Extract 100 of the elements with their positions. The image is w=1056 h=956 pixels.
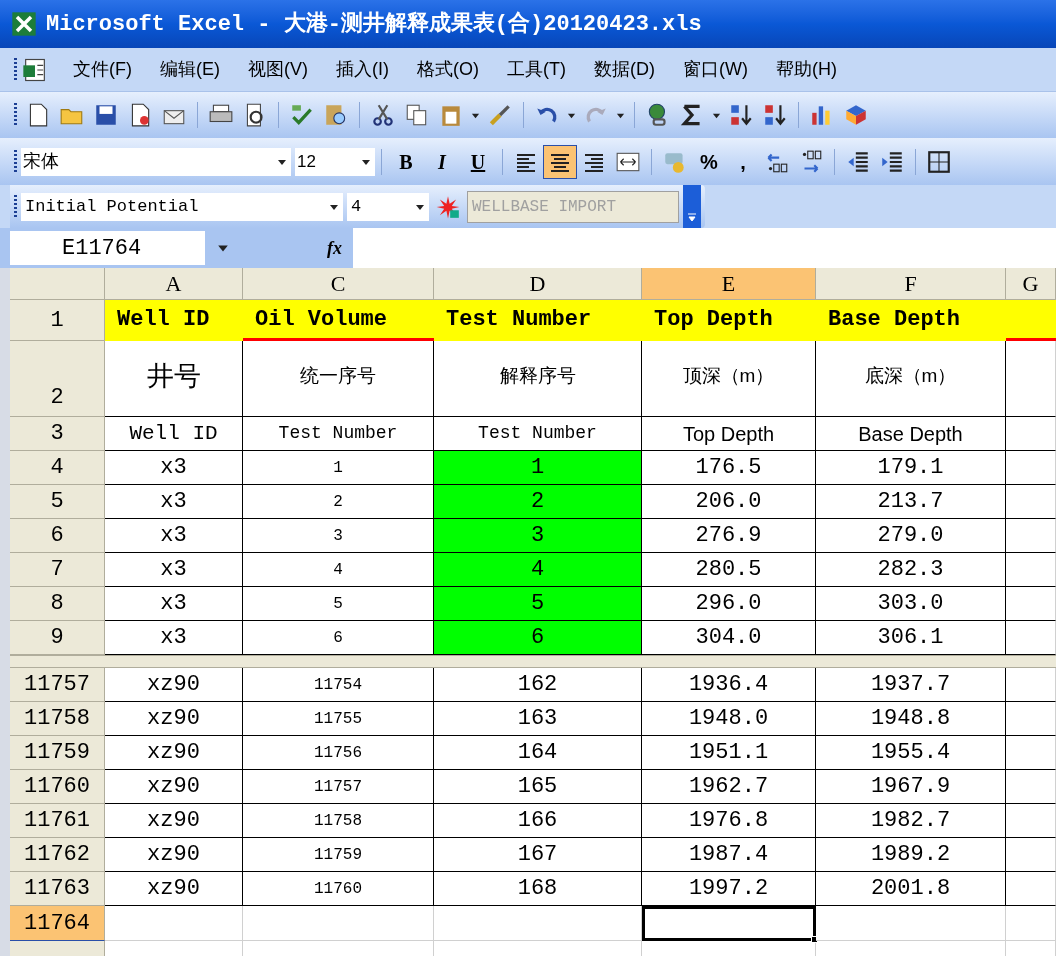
table-cell: x3 xyxy=(105,519,243,553)
column-header[interactable]: F xyxy=(816,268,1006,300)
row-header[interactable]: 11758 xyxy=(10,702,105,736)
table-cell xyxy=(1006,587,1056,621)
table-cell xyxy=(1006,485,1056,519)
formula-input[interactable] xyxy=(353,228,1056,268)
sort-ascending-icon[interactable] xyxy=(728,102,754,128)
table-cell: 306.1 xyxy=(816,621,1006,655)
dropdown-field[interactable]: 4 xyxy=(347,192,429,221)
table-cell: 11760 xyxy=(243,872,434,906)
spelling-icon[interactable] xyxy=(289,102,315,128)
underline-button[interactable]: U xyxy=(460,145,496,178)
row-header[interactable]: 11763 xyxy=(10,872,105,906)
toolbar-grip[interactable] xyxy=(14,149,17,174)
toolbar-grip[interactable] xyxy=(14,194,17,219)
alignment-button[interactable] xyxy=(543,144,577,179)
table-cell: 1962.7 xyxy=(642,770,816,804)
name-box[interactable]: E11764 xyxy=(10,231,205,265)
table-cell[interactable] xyxy=(816,906,1006,941)
menu-item[interactable]: 窗口(W) xyxy=(668,56,762,83)
italic-button[interactable]: I xyxy=(424,145,460,178)
table-cell: 4 xyxy=(243,553,434,587)
table-cell xyxy=(1006,770,1056,804)
table-cell: 1987.4 xyxy=(642,838,816,872)
row-header[interactable]: 6 xyxy=(10,519,105,553)
table-cell: x3 xyxy=(105,621,243,655)
row-header[interactable]: 11759 xyxy=(10,736,105,770)
row-header[interactable]: 11760 xyxy=(10,770,105,804)
size-field[interactable]: 12 xyxy=(295,147,375,176)
row-header[interactable]: 8 xyxy=(10,587,105,621)
table-cell[interactable] xyxy=(1006,906,1056,941)
dropdown-field[interactable]: Initial Potential xyxy=(21,192,343,221)
table-cell: 2001.8 xyxy=(816,872,1006,906)
toolbar-options-button[interactable] xyxy=(683,185,701,228)
table-cell: 1997.2 xyxy=(642,872,816,906)
menu-item[interactable]: 视图(V) xyxy=(234,56,322,83)
toolbar-grip[interactable] xyxy=(14,103,17,127)
table-cell: x3 xyxy=(105,451,243,485)
table-cell: x3 xyxy=(105,485,243,519)
row-header[interactable]: 2 xyxy=(10,341,105,417)
toolbar-grip[interactable] xyxy=(14,57,17,82)
font-field[interactable]: 宋体 xyxy=(21,147,291,176)
row-header[interactable]: 11757 xyxy=(10,668,105,702)
table-cell: Top Depth xyxy=(642,417,816,451)
row-header[interactable]: 1 xyxy=(10,300,105,341)
row-header[interactable]: 11761 xyxy=(10,804,105,838)
table-cell xyxy=(1006,417,1056,451)
function-label[interactable]: fx xyxy=(327,234,353,262)
menu-item[interactable]: 数据(D) xyxy=(579,56,669,83)
header-cell: Oil Volume xyxy=(243,300,434,341)
active-cell[interactable] xyxy=(642,906,816,941)
column-header[interactable]: A xyxy=(105,268,243,300)
save-icon[interactable] xyxy=(93,102,119,128)
row-header[interactable]: 3 xyxy=(10,417,105,451)
table-cell[interactable] xyxy=(243,906,434,941)
table-cell xyxy=(1006,804,1056,838)
table-cell[interactable] xyxy=(434,906,642,941)
table-cell: 1955.4 xyxy=(816,736,1006,770)
scissors-icon[interactable] xyxy=(370,102,396,128)
column-header[interactable]: D xyxy=(434,268,642,300)
menu-item[interactable]: 文件(F) xyxy=(59,56,146,83)
menu-item[interactable]: 编辑(E) xyxy=(146,56,234,83)
table-cell: 280.5 xyxy=(642,553,816,587)
column-header[interactable]: C xyxy=(243,268,434,300)
table-cell: 2 xyxy=(243,485,434,519)
table-cell: 11758 xyxy=(243,804,434,838)
table-cell: 1976.8 xyxy=(642,804,816,838)
sort-descending-icon[interactable] xyxy=(762,102,788,128)
excel-icon xyxy=(10,10,38,38)
row-header[interactable]: 7 xyxy=(10,553,105,587)
column-header[interactable]: G xyxy=(1006,268,1056,300)
table-cell: 11757 xyxy=(243,770,434,804)
table-cell: 282.3 xyxy=(816,553,1006,587)
menu-item[interactable]: 插入(I) xyxy=(322,56,403,83)
row-header[interactable]: 9 xyxy=(10,621,105,655)
table-cell: 11756 xyxy=(243,736,434,770)
borders-icon[interactable] xyxy=(926,148,952,175)
column-header[interactable]: E xyxy=(642,268,816,300)
comma-button[interactable]: , xyxy=(726,145,760,178)
menu-item[interactable]: 工具(T) xyxy=(493,56,580,83)
row-header[interactable]: 4 xyxy=(10,451,105,485)
table-cell: Test Number xyxy=(434,417,642,451)
table-cell: 1989.2 xyxy=(816,838,1006,872)
table-cell: 2 xyxy=(434,485,642,519)
table-cell: 1937.7 xyxy=(816,668,1006,702)
row-header[interactable]: 11762 xyxy=(10,838,105,872)
brush-icon[interactable] xyxy=(487,102,513,128)
menu-item[interactable]: 格式(O) xyxy=(403,56,493,83)
row-header[interactable]: 5 xyxy=(10,485,105,519)
table-cell: 顶深（m） xyxy=(642,341,816,417)
table-cell xyxy=(1006,553,1056,587)
table-cell xyxy=(1006,621,1056,655)
percent-button[interactable]: % xyxy=(692,145,726,178)
table-cell[interactable] xyxy=(105,906,243,941)
bold-button[interactable]: B xyxy=(388,145,424,178)
menu-item[interactable]: 帮助(H) xyxy=(761,56,851,83)
row-header[interactable]: 11764 xyxy=(10,906,105,941)
table-cell: 296.0 xyxy=(642,587,816,621)
table-cell: 163 xyxy=(434,702,642,736)
table-cell: xz90 xyxy=(105,702,243,736)
